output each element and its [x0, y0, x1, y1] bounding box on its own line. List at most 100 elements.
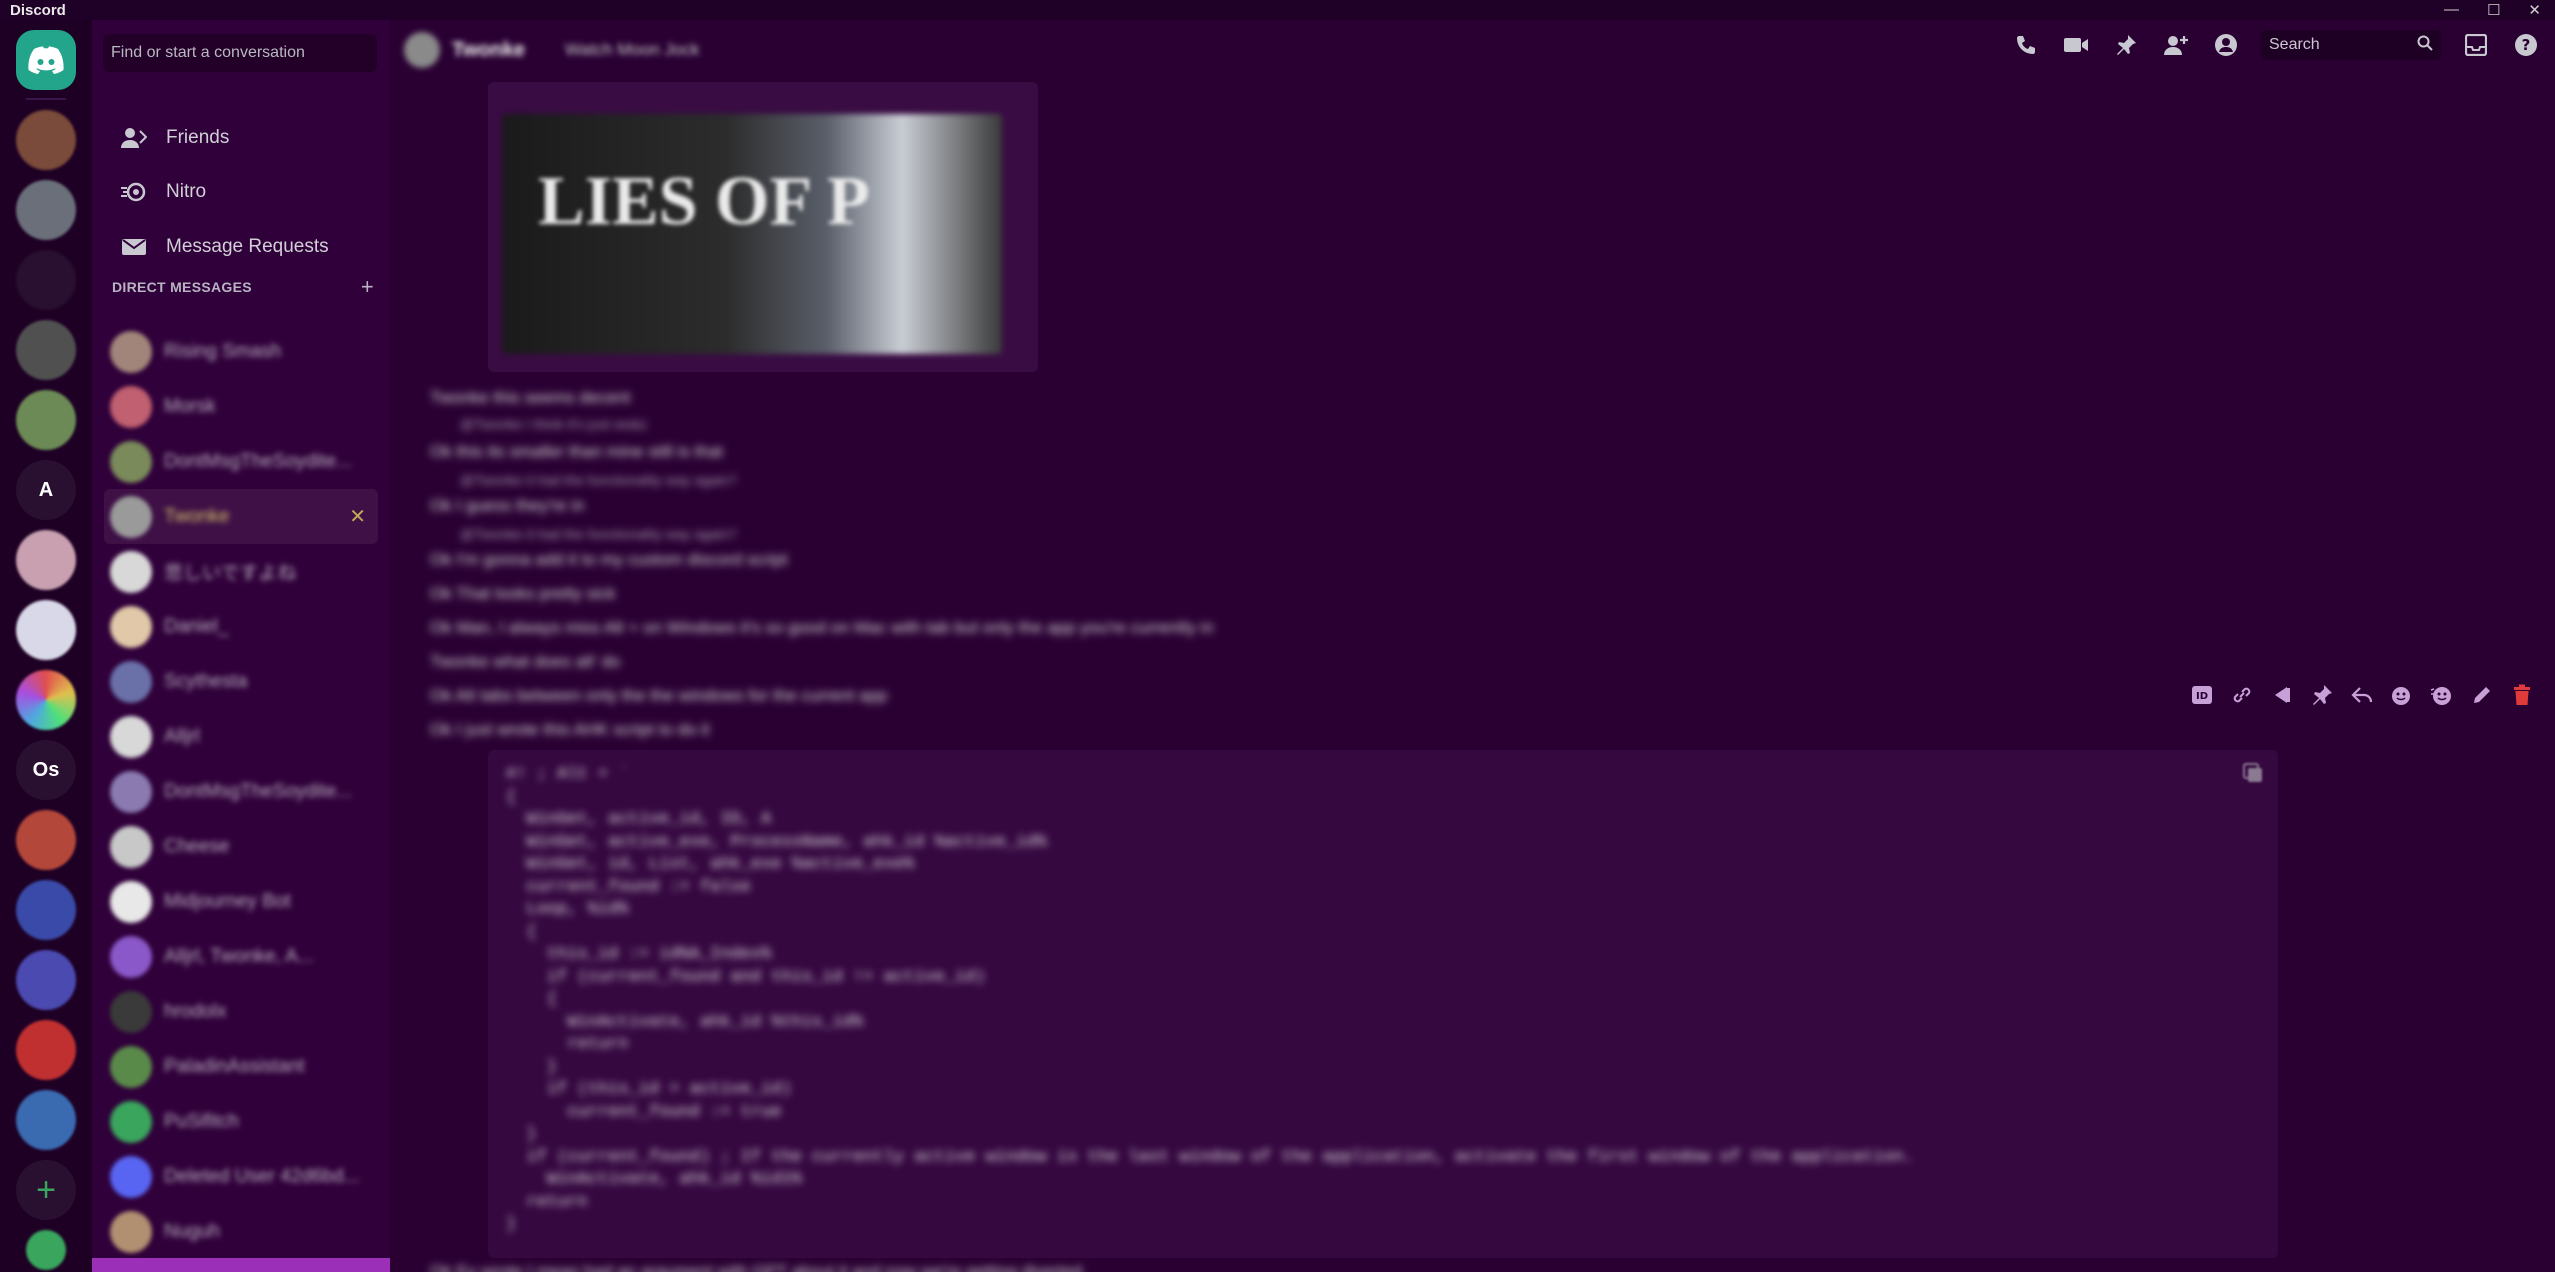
search-icon: [2417, 35, 2433, 56]
server-icon[interactable]: [16, 600, 76, 660]
dm-item[interactable]: Nuguh: [104, 1204, 378, 1259]
rail-separator: [26, 98, 66, 100]
code-line: #! ; Alt + `: [506, 765, 629, 784]
discover-icon[interactable]: [26, 1230, 66, 1270]
copy-link-icon[interactable]: [2229, 682, 2255, 708]
edit-icon[interactable]: [2469, 682, 2495, 708]
dm-item[interactable]: 悲しいですよね: [104, 544, 378, 599]
reply-preview[interactable]: @Twonke I think it's just ws&z: [460, 416, 647, 432]
inbox-icon[interactable]: [2461, 30, 2491, 60]
avatar: [110, 825, 152, 868]
server-icon[interactable]: [16, 530, 76, 590]
dm-item[interactable]: hrodolx: [104, 984, 378, 1039]
message-actions-toolbar: ID: [2189, 682, 2535, 708]
close-dm-icon[interactable]: ✕: [349, 504, 366, 529]
add-reaction-icon[interactable]: [2389, 682, 2415, 708]
forward-icon[interactable]: [2269, 682, 2295, 708]
server-icon[interactable]: Os: [16, 740, 76, 800]
image-caption: LIES OF P: [538, 163, 870, 240]
direct-messages-header: DIRECT MESSAGES +: [112, 274, 374, 300]
search-placeholder: Search: [2269, 36, 2320, 53]
server-icon[interactable]: [16, 180, 76, 240]
nav-message-requests[interactable]: Message Requests: [104, 223, 378, 271]
reply-preview[interactable]: @Twonke it had the functionality way aga…: [460, 472, 737, 488]
code-line: this_id := id%A_Index%: [506, 945, 772, 964]
help-icon[interactable]: ?: [2511, 30, 2541, 60]
server-icon[interactable]: [16, 880, 76, 940]
code-line: {: [506, 990, 558, 1009]
dm-item[interactable]: DontMsgTheSoydite...: [104, 434, 378, 489]
code-line: if (current_found and this_id != active_…: [506, 967, 986, 987]
pin-icon[interactable]: [2309, 682, 2335, 708]
user-panel[interactable]: [92, 1258, 390, 1272]
dm-item[interactable]: Cheese: [104, 819, 378, 874]
message: Ok Man, I always miss Alt + on Windows i…: [430, 618, 1214, 637]
server-icon[interactable]: A: [16, 460, 76, 520]
folder-icon[interactable]: [16, 250, 76, 310]
server-icon[interactable]: [16, 320, 76, 380]
copy-id-icon[interactable]: ID: [2189, 682, 2215, 708]
dm-item[interactable]: DontMsgTheSoydite...: [104, 764, 378, 819]
avatar: [110, 495, 152, 538]
code-line: {: [506, 787, 517, 807]
avatar: [110, 550, 152, 593]
code-line: Loop, %id%: [506, 900, 629, 919]
create-dm-button[interactable]: +: [361, 274, 374, 300]
server-icon[interactable]: [16, 670, 76, 730]
direct-messages-label: DIRECT MESSAGES: [112, 279, 252, 295]
dm-item[interactable]: PaladinAssistant: [104, 1039, 378, 1094]
dm-item-selected[interactable]: Twonke ✕: [104, 489, 378, 544]
nav-friends[interactable]: Friends: [104, 114, 378, 162]
reply-icon[interactable]: [2349, 682, 2375, 708]
reply-preview[interactable]: @Twonke it had the functionality way aga…: [460, 526, 737, 542]
avatar: [110, 935, 152, 978]
recipient-info[interactable]: Twonke Watch Moon Jock: [404, 32, 699, 68]
find-conversation-input[interactable]: Find or start a conversation: [103, 34, 377, 72]
delete-icon[interactable]: [2509, 682, 2535, 708]
video-call-icon[interactable]: [2061, 30, 2091, 60]
dm-item[interactable]: Alljrl: [104, 709, 378, 764]
super-reaction-icon[interactable]: [2429, 682, 2455, 708]
dm-name: Twonke: [164, 505, 230, 527]
message: Ok this its smaller than mine still is t…: [430, 442, 723, 461]
header-toolbar: Search ?: [2011, 30, 2541, 60]
server-icon[interactable]: [16, 390, 76, 450]
user-profile-icon[interactable]: [2211, 30, 2241, 60]
nav-label: Message Requests: [166, 236, 329, 257]
server-icon[interactable]: [16, 950, 76, 1010]
message: Ok Alt tabs between only the the windows…: [430, 686, 888, 705]
dm-name: Scythesta: [164, 670, 248, 692]
dm-name: DontMsgTheSoydite...: [164, 450, 352, 472]
dm-name: 悲しいですよね: [164, 563, 297, 584]
avatar: [110, 605, 152, 648]
add-friends-to-dm-icon[interactable]: [2161, 30, 2191, 60]
server-icon[interactable]: [16, 810, 76, 870]
dm-item[interactable]: Scythesta: [104, 654, 378, 709]
dm-item[interactable]: Alljrl, Twonke, A...: [104, 929, 378, 984]
minimize-button[interactable]: —: [2444, 1, 2459, 19]
avatar: [110, 385, 152, 428]
dm-item[interactable]: Daniel_: [104, 599, 378, 654]
avatar: [110, 1100, 152, 1143]
search-input[interactable]: Search: [2261, 30, 2441, 60]
home-button[interactable]: [16, 30, 76, 90]
dm-item[interactable]: Rising Smash: [104, 324, 378, 379]
dm-name: Morsk: [164, 395, 216, 417]
dm-item[interactable]: Midjourney Bot: [104, 874, 378, 929]
code-line: {: [506, 922, 537, 942]
server-icon[interactable]: [16, 110, 76, 170]
close-window-button[interactable]: ✕: [2528, 1, 2541, 19]
pinned-messages-icon[interactable]: [2111, 30, 2141, 60]
server-icon[interactable]: [16, 1020, 76, 1080]
add-server-button[interactable]: +: [16, 1160, 76, 1220]
dm-item[interactable]: Deleted User 42d6bd...: [104, 1149, 378, 1204]
nav-nitro[interactable]: Nitro: [104, 168, 378, 216]
dm-item[interactable]: Morsk: [104, 379, 378, 434]
dm-item[interactable]: PuSifitch: [104, 1094, 378, 1149]
chat-header: Twonke Watch Moon Jock Search ?: [390, 20, 2555, 80]
call-icon[interactable]: [2011, 30, 2041, 60]
maximize-button[interactable]: ☐: [2487, 1, 2500, 19]
image-attachment[interactable]: LIES OF P: [488, 82, 1038, 372]
server-icon[interactable]: [16, 1090, 76, 1150]
dm-name: Rising Smash: [164, 340, 282, 362]
